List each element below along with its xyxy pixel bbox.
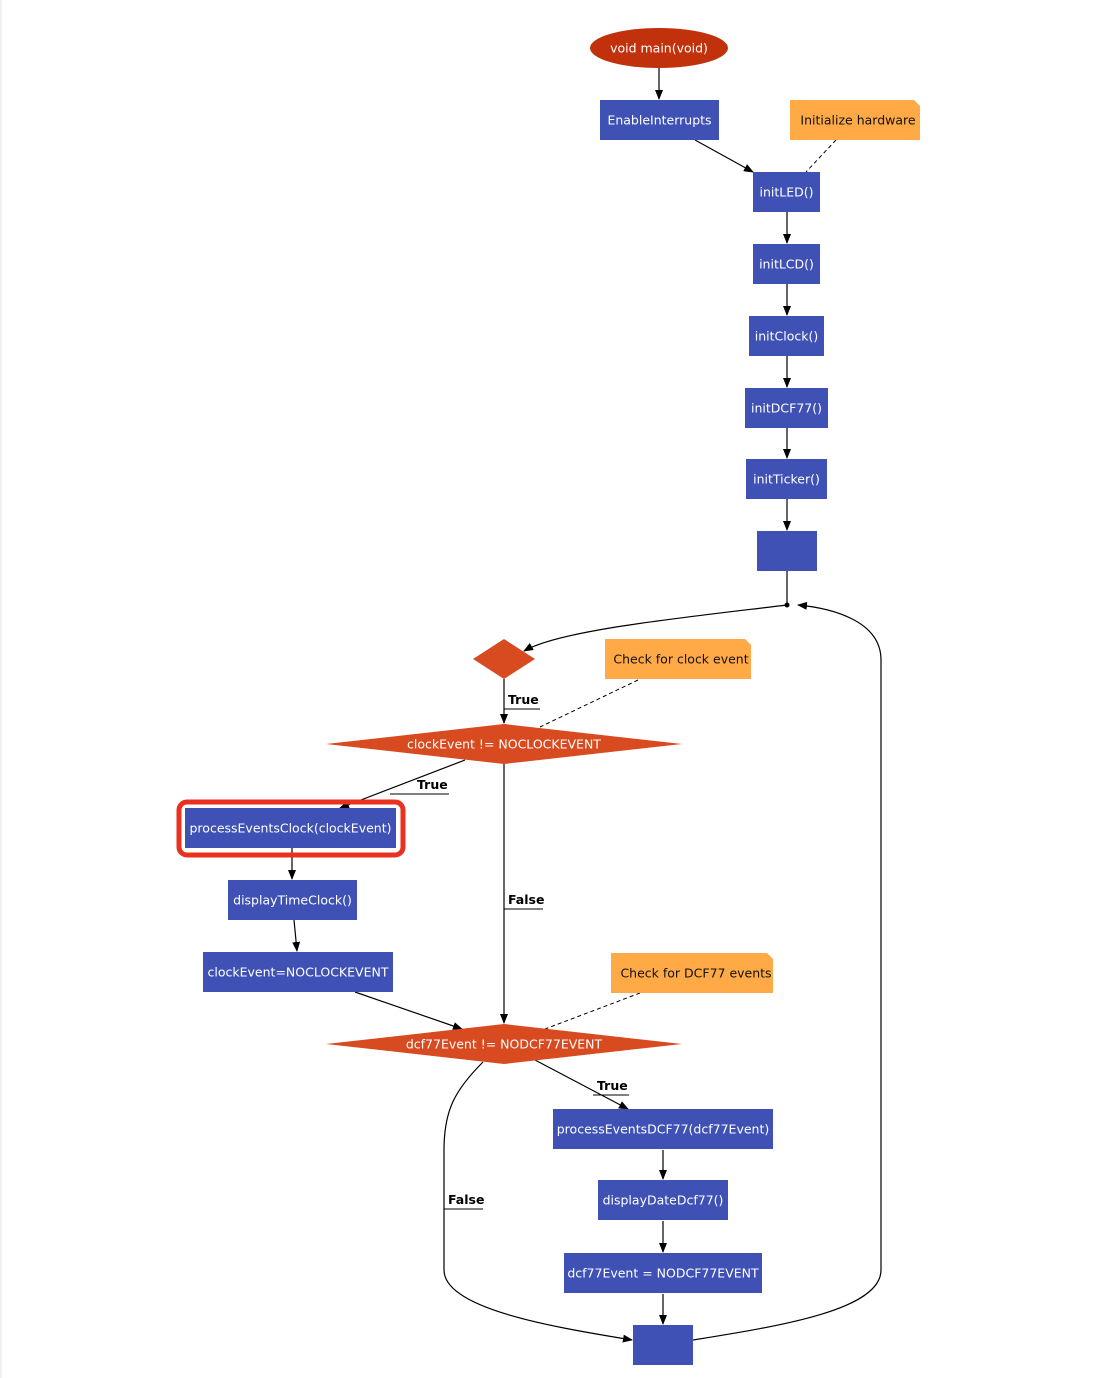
decision-label: dcf77Event != NODCF77EVENT xyxy=(406,1037,603,1052)
node-init-dcf77[interactable]: initDCF77() xyxy=(745,388,828,428)
label-clock-true: True xyxy=(417,777,448,792)
edge-enable-initled xyxy=(694,139,754,173)
decision-label: clockEvent != NOCLOCKEVENT xyxy=(407,737,601,752)
edge xyxy=(354,991,463,1030)
note-link-init xyxy=(805,139,837,173)
note-initialize-hardware: Initialize hardware xyxy=(790,100,920,140)
node-label: initClock() xyxy=(755,329,818,344)
note-link-clock xyxy=(539,679,639,728)
node-label: initLCD() xyxy=(759,257,814,272)
node-label: initTicker() xyxy=(753,472,820,487)
label-dcf-false: False xyxy=(448,1192,484,1207)
node-reset-clock-event[interactable]: clockEvent=NOCLOCKEVENT xyxy=(203,952,393,992)
node-label: EnableInterrupts xyxy=(607,113,711,128)
start-node[interactable]: void main(void) xyxy=(590,28,728,68)
node-loop-end[interactable] xyxy=(633,1325,693,1365)
node-label: displayTimeClock() xyxy=(233,893,352,908)
note-label: Initialize hardware xyxy=(800,113,915,128)
node-init-led[interactable]: initLED() xyxy=(753,172,820,212)
node-init-ticker[interactable]: initTicker() xyxy=(746,459,827,499)
note-check-clock-event: Check for clock event xyxy=(605,639,751,679)
start-label: void main(void) xyxy=(610,41,708,56)
node-enable-interrupts[interactable]: EnableInterrupts xyxy=(600,100,719,140)
note-link-dcf xyxy=(544,992,641,1030)
label-clock-false: False xyxy=(508,892,544,907)
note-check-dcf77-events: Check for DCF77 events xyxy=(611,953,773,993)
flowchart: True True False True False void main(voi… xyxy=(0,0,920,1378)
node-label: processEventsDCF77(dcf77Event) xyxy=(557,1122,769,1137)
label-dcf-true: True xyxy=(597,1078,628,1093)
decision-dcf77-event[interactable]: dcf77Event != NODCF77EVENT xyxy=(326,1024,682,1064)
node-loop-start[interactable] xyxy=(757,531,817,571)
node-reset-dcf77-event[interactable]: dcf77Event = NODCF77EVENT xyxy=(564,1253,762,1293)
note-label: Check for DCF77 events xyxy=(620,966,771,981)
label-loop-true: True xyxy=(508,692,539,707)
edge xyxy=(292,919,301,952)
node-display-date-dcf77[interactable]: displayDateDcf77() xyxy=(598,1180,728,1220)
node-label: initLED() xyxy=(759,185,813,200)
node-init-clock[interactable]: initClock() xyxy=(749,316,824,356)
node-display-time-clock[interactable]: displayTimeClock() xyxy=(228,880,357,920)
node-init-lcd[interactable]: initLCD() xyxy=(753,244,820,284)
decision-clock-event[interactable]: clockEvent != NOCLOCKEVENT xyxy=(326,724,682,764)
loop-decision[interactable] xyxy=(473,639,535,679)
node-process-events-clock[interactable]: processEventsClock(clockEvent) xyxy=(185,808,396,848)
node-label: clockEvent=NOCLOCKEVENT xyxy=(208,965,389,980)
node-label: initDCF77() xyxy=(751,401,822,416)
node-label: processEventsClock(clockEvent) xyxy=(190,821,392,836)
node-process-events-dcf77[interactable]: processEventsDCF77(dcf77Event) xyxy=(553,1109,773,1149)
node-label: displayDateDcf77() xyxy=(603,1193,724,1208)
node-label: dcf77Event = NODCF77EVENT xyxy=(567,1266,759,1281)
note-label: Check for clock event xyxy=(613,652,748,667)
